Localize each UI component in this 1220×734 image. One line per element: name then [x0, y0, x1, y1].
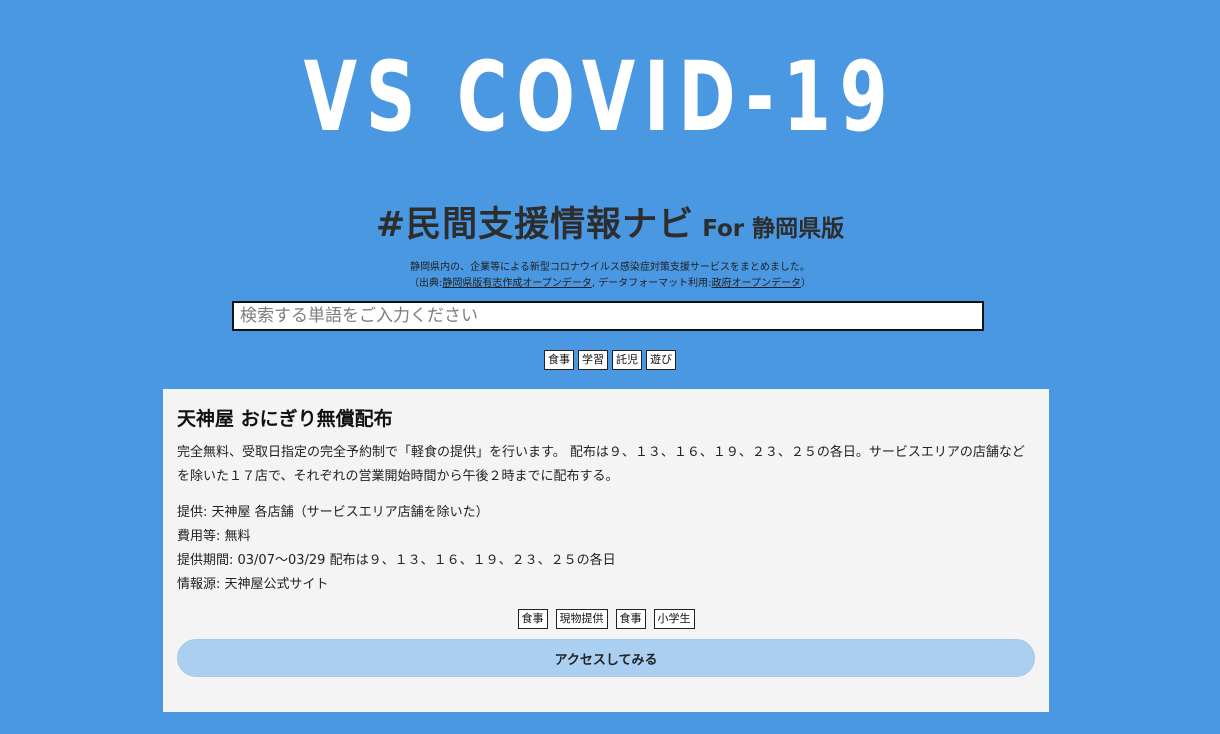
card-cost: 費用等: 無料: [177, 529, 251, 544]
hero-logo: VS COVID-19: [0, 32, 1220, 142]
card-provider: 提供: 天神屋 各店舗（サービスエリア店舗を除いた）: [177, 505, 489, 520]
card-tag-food[interactable]: 食事: [517, 609, 548, 629]
service-card: 天神屋 おにぎり無償配布 完全無料、受取日指定の完全予約制で「軽食の提供」を行い…: [163, 389, 1049, 712]
source-prefix: （出典:: [409, 278, 443, 289]
hero-logo-text: VS COVID-19: [304, 40, 897, 142]
source-line: （出典:静岡県版有志作成オープンデータ, データフォーマット利用:政府オープンデ…: [0, 276, 1220, 292]
hero-logo-svg: VS COVID-19: [304, 40, 897, 142]
card-tag-list: 食事 現物提供 食事 小学生: [177, 609, 1035, 629]
filter-tag-play[interactable]: 遊び: [646, 350, 676, 370]
card-description: 完全無料、受取日指定の完全予約制で「軽食の提供」を行います。 配布は９、１３、１…: [177, 445, 1025, 484]
card-period: 提供期間: 03/07〜03/29 配布は９、１３、１６、１９、２３、２５の各日: [177, 553, 616, 568]
page-title-main: #民間支援情報ナビ: [375, 205, 695, 245]
filter-tag-learning[interactable]: 学習: [578, 350, 608, 370]
page-title: #民間支援情報ナビ For 静岡県版: [0, 196, 1220, 247]
source-suffix: ）: [800, 278, 811, 289]
card-tag-goods[interactable]: 現物提供: [555, 609, 608, 629]
card-source: 情報源: 天神屋公式サイト: [177, 577, 329, 592]
source-link-government[interactable]: 政府オープンデータ: [712, 278, 801, 289]
filter-tag-food[interactable]: 食事: [544, 350, 574, 370]
filter-tag-bar: 食事 学習 託児 遊び: [0, 350, 1220, 370]
access-button[interactable]: アクセスしてみる: [177, 639, 1035, 677]
card-meta: 提供: 天神屋 各店舗（サービスエリア店舗を除いた） 費用等: 無料 提供期間:…: [177, 501, 1035, 597]
card-tag-elementary[interactable]: 小学生: [653, 609, 695, 629]
card-title: 天神屋 おにぎり無償配布: [177, 408, 393, 430]
filter-tag-childcare[interactable]: 託児: [612, 350, 642, 370]
source-middle: , データフォーマット利用:: [591, 278, 712, 289]
source-link-shizuoka[interactable]: 静岡県版有志作成オープンデータ: [442, 278, 591, 289]
page-title-for: For 静岡県版: [702, 216, 845, 242]
page-description: 静岡県内の、企業等による新型コロナウイルス感染症対策支援サービスをまとめました。…: [0, 260, 1220, 292]
card-tag-food-2[interactable]: 食事: [615, 609, 646, 629]
search-input[interactable]: [232, 301, 984, 331]
description-line: 静岡県内の、企業等による新型コロナウイルス感染症対策支援サービスをまとめました。: [410, 262, 810, 273]
